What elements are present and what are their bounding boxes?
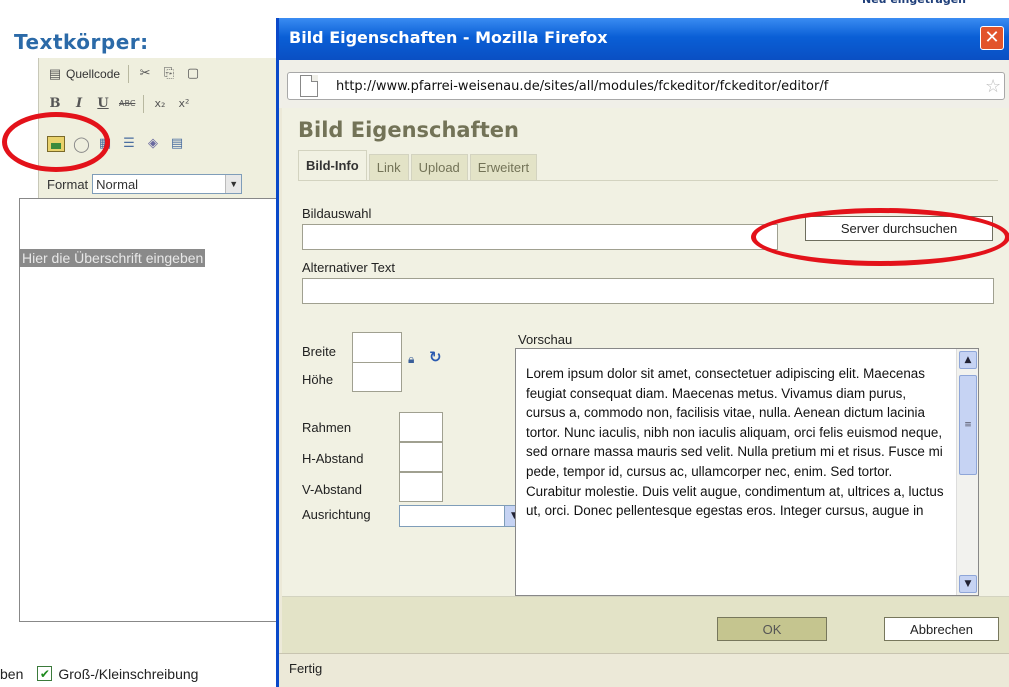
bildauswahl-label: Bildauswahl <box>302 206 372 221</box>
width-input[interactable] <box>352 332 402 366</box>
copy-icon[interactable]: ⎘ <box>161 66 177 82</box>
top-right-link[interactable]: Neu eingetragen <box>862 0 1009 8</box>
image-properties-window: Bild Eigenschaften - Mozilla Firefox ✕ h… <box>276 18 1009 687</box>
url-field[interactable]: http://www.pfarrei-weisenau.de/sites/all… <box>287 72 1005 100</box>
v-abstand-label: V-Abstand <box>302 482 362 497</box>
align-select[interactable]: ▼ <box>399 505 525 527</box>
preview-pane[interactable]: Lorem ipsum dolor sit amet, consectetuer… <box>515 348 979 596</box>
case-sensitive-label: Groß-/Kleinschreibung <box>58 665 199 682</box>
toolbar-row-2: B I U ABC x₂ x² <box>39 92 279 116</box>
alt-text-label: Alternativer Text <box>302 260 395 275</box>
bold-icon[interactable]: B <box>47 96 63 112</box>
ok-button[interactable]: OK <box>717 617 827 641</box>
hspace-input[interactable] <box>399 442 443 472</box>
case-sensitive-checkbox[interactable]: ✔ <box>37 666 53 681</box>
tab-bild-info[interactable]: Bild-Info <box>298 150 367 180</box>
window-title: Bild Eigenschaften - Mozilla Firefox <box>289 28 608 47</box>
page-icon <box>300 75 318 97</box>
heading-placeholder[interactable]: Hier die Überschrift eingeben <box>20 249 206 267</box>
status-prefix: ben <box>0 665 24 682</box>
toolbar-row-1: ▤ Quellcode ✂ ⎘ ▢ <box>39 62 279 86</box>
source-icon: ▤ <box>48 66 62 81</box>
tab-upload[interactable]: Upload <box>410 154 468 180</box>
rule-icon[interactable]: ☰ <box>121 136 137 152</box>
highlight-circle-server-button <box>751 208 1009 266</box>
tab-erweitert[interactable]: Erweitert <box>469 154 538 180</box>
format-label: Format <box>47 176 89 192</box>
preview-text: Lorem ipsum dolor sit amet, consectetuer… <box>526 366 944 519</box>
height-input[interactable] <box>352 362 402 392</box>
hoehe-label: Höhe <box>302 372 334 387</box>
alt-text-input[interactable] <box>302 278 994 304</box>
source-button[interactable]: ▤ Quellcode <box>47 64 120 84</box>
dialog-title: Bild Eigenschaften <box>298 118 519 142</box>
subscript-icon[interactable]: x₂ <box>152 96 168 112</box>
ausrichtung-label: Ausrichtung <box>302 507 371 522</box>
status-text: Fertig <box>289 661 323 676</box>
scroll-down-icon[interactable]: ▼ <box>959 575 977 593</box>
tab-link[interactable]: Link <box>368 154 409 180</box>
vspace-input[interactable] <box>399 472 443 502</box>
italic-icon[interactable]: I <box>71 96 87 112</box>
toolbar-separator <box>143 95 144 113</box>
paste-icon[interactable]: ▢ <box>185 66 201 82</box>
superscript-icon[interactable]: x² <box>176 96 192 112</box>
underline-icon[interactable]: U <box>95 96 111 112</box>
source-label: Quellcode <box>66 67 121 81</box>
address-bar: http://www.pfarrei-weisenau.de/sites/all… <box>279 60 1009 108</box>
border-input[interactable] <box>399 412 443 442</box>
search-options-bar: ben ✔ Groß-/Kleinschreibung <box>0 660 280 687</box>
cancel-button[interactable]: Abbrechen <box>884 617 999 641</box>
image-url-input[interactable] <box>302 224 778 250</box>
scroll-thumb[interactable]: ≡ <box>959 375 977 475</box>
lock-icon[interactable]: 🔒︎ <box>408 352 414 367</box>
dialog-body: Bild Eigenschaften Bild-Info Link Upload… <box>282 108 1009 653</box>
body-heading: Textkörper: <box>14 30 149 54</box>
scroll-up-icon[interactable]: ▲ <box>959 351 977 369</box>
cut-icon[interactable]: ✂ <box>137 66 153 82</box>
smiley-icon[interactable]: ◈ <box>145 136 161 152</box>
dialog-footer: OK Abbrechen <box>282 596 1009 653</box>
dialog-tabs: Bild-Info Link Upload Erweitert <box>298 150 539 180</box>
breite-label: Breite <box>302 344 336 359</box>
close-icon[interactable]: ✕ <box>980 26 1004 50</box>
tab-divider <box>298 180 998 181</box>
highlight-circle-image-button <box>2 112 110 172</box>
h-abstand-label: H-Abstand <box>302 451 364 466</box>
editor-content-area[interactable]: Hier die Überschrift eingeben <box>19 198 282 622</box>
chevron-down-icon: ▼ <box>225 175 242 193</box>
reset-size-icon[interactable]: ↻ <box>429 348 442 366</box>
preview-scrollbar[interactable]: ▲ ≡ ▼ <box>956 349 978 595</box>
format-value: Normal <box>96 176 139 192</box>
window-titlebar[interactable]: Bild Eigenschaften - Mozilla Firefox ✕ <box>279 18 1009 60</box>
toolbar-separator <box>128 65 130 83</box>
format-selector: Format Normal ▼ <box>47 174 243 194</box>
strikethrough-icon[interactable]: ABC <box>119 96 135 112</box>
bookmark-star-icon[interactable]: ☆ <box>985 76 1001 97</box>
special-char-icon[interactable]: ▤ <box>169 136 185 152</box>
url-text: http://www.pfarrei-weisenau.de/sites/all… <box>336 78 829 94</box>
rahmen-label: Rahmen <box>302 420 352 435</box>
preview-label: Vorschau <box>518 332 573 347</box>
format-select[interactable]: Normal ▼ <box>92 174 243 194</box>
browser-statusbar: Fertig <box>279 653 1009 687</box>
